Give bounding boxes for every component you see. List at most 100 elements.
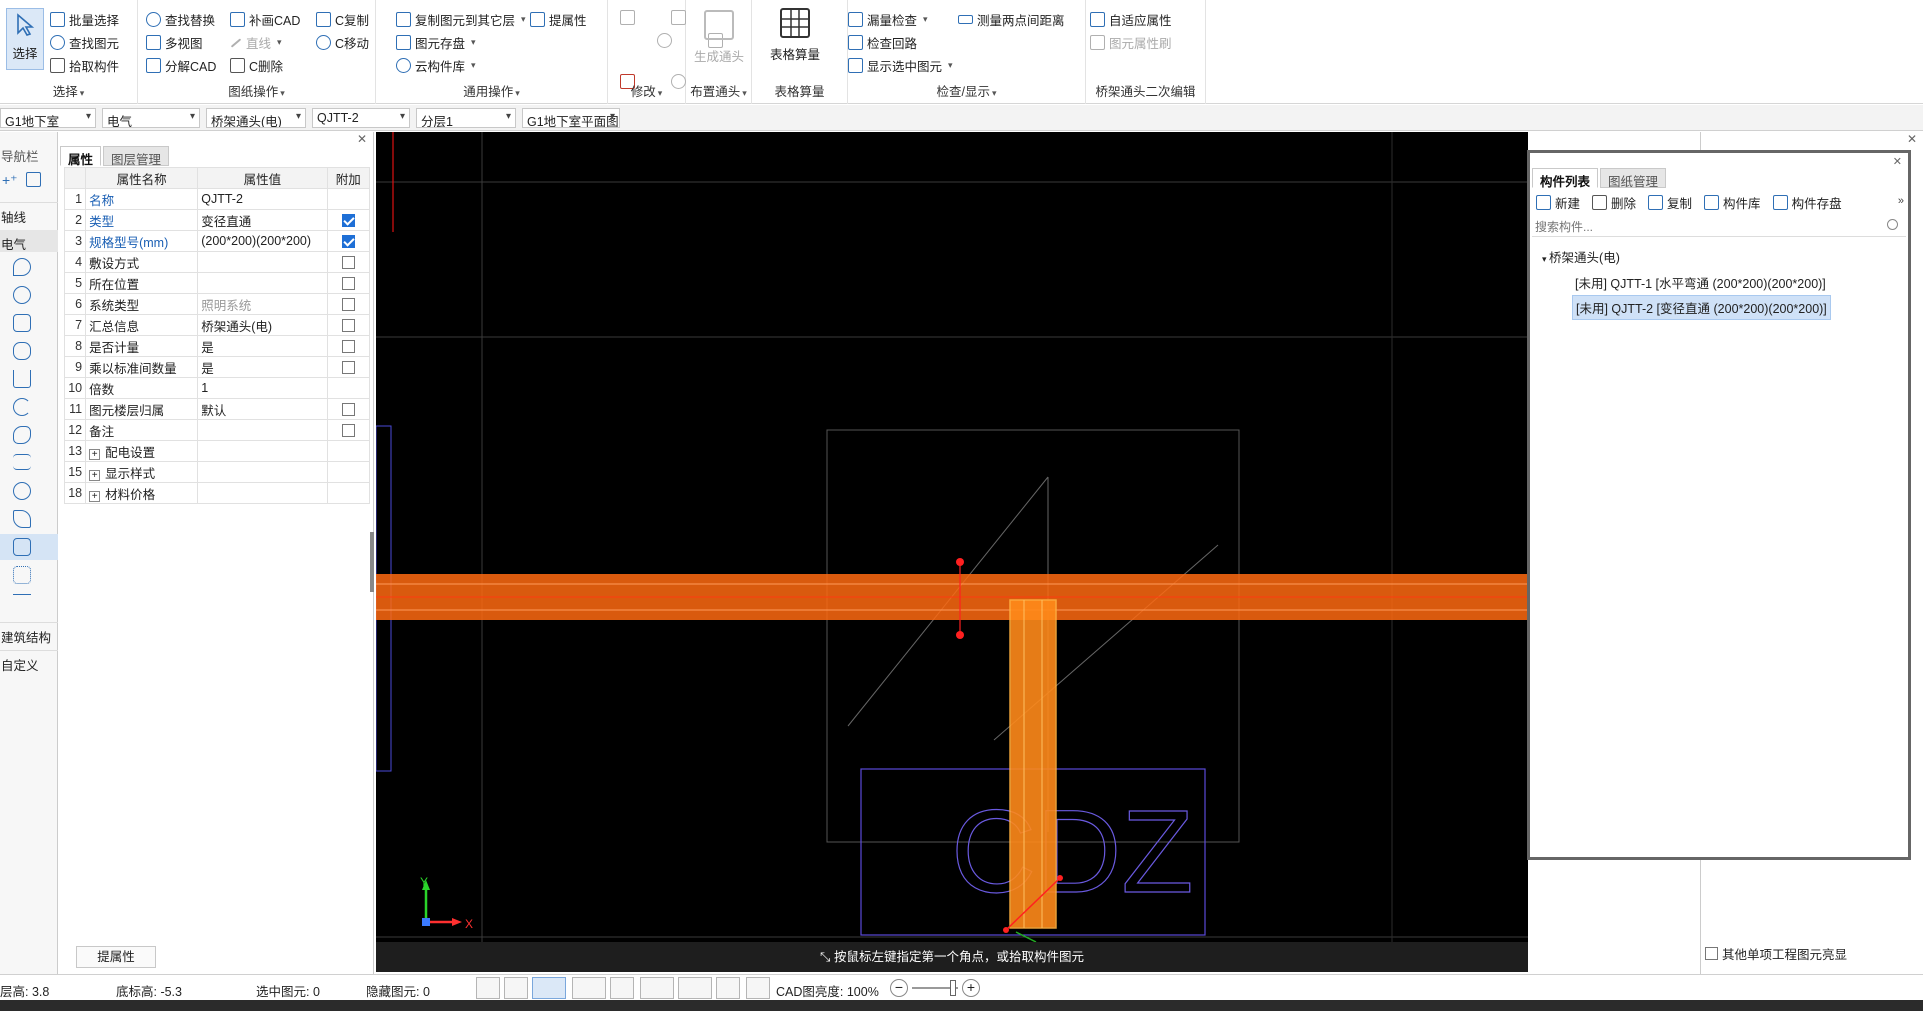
mirror-icon[interactable] [670, 10, 686, 25]
wire-icon[interactable] [13, 426, 31, 444]
drawing-canvas[interactable]: CDZ Y X [376, 132, 1528, 942]
checkbox[interactable] [341, 403, 355, 417]
table-row[interactable]: 2 类型 变径直通 [63, 209, 371, 231]
property-value[interactable] [197, 251, 328, 273]
find-replace-button[interactable]: 查找替换 [146, 10, 215, 29]
property-value[interactable]: 是 [197, 356, 328, 378]
cable-tray-vertical[interactable] [1009, 599, 1057, 929]
delete-button[interactable]: 删除 [1592, 193, 1636, 212]
extract-props-bottom-button[interactable]: 提属性 [76, 946, 156, 968]
adaptive-props-button[interactable]: 自适应属性 [1090, 10, 1172, 29]
generate-fitting-button[interactable]: 生成通头 [694, 10, 744, 65]
table-row[interactable]: 4 敷设方式 [63, 251, 371, 273]
draw-cad-button[interactable]: 补画CAD [230, 10, 300, 29]
nav-item-structure[interactable]: 建筑结构 [0, 622, 58, 646]
more-chevron-icon[interactable]: » [1898, 195, 1904, 207]
property-name[interactable]: + 配电设置 [85, 440, 199, 462]
general-group-label[interactable]: 通用操作 [376, 81, 607, 100]
panel-splitter[interactable] [370, 532, 374, 592]
brightness-slider-handle[interactable] [950, 980, 956, 996]
grip-point[interactable] [956, 558, 964, 566]
lamp-icon[interactable] [13, 258, 31, 276]
table-row[interactable]: 10 倍数 1 [63, 377, 371, 399]
element-save-button[interactable]: 图元存盘 [396, 33, 476, 52]
property-value[interactable]: 默认 [197, 398, 328, 420]
checkbox[interactable] [341, 424, 355, 438]
property-value[interactable]: 桥架通头(电) [197, 314, 328, 336]
multi-view-button[interactable]: 多视图 [146, 33, 203, 52]
leak-check-button[interactable]: 漏量检查 [848, 10, 928, 29]
explode-cad-button[interactable]: 分解CAD [146, 56, 216, 75]
property-value[interactable] [197, 482, 328, 504]
expand-plus-icon[interactable]: + [89, 490, 101, 502]
measure-distance-button[interactable]: 测量两点间距离 [958, 10, 1065, 29]
zoom-out-icon[interactable]: − [890, 979, 908, 997]
expand-plus-icon[interactable]: + [89, 448, 101, 460]
table-quantity-button[interactable]: 表格算量 [770, 8, 820, 63]
c-copy-button[interactable]: C复制 [316, 10, 369, 29]
tab-properties[interactable]: 属性 [60, 146, 102, 167]
angle-icon[interactable] [640, 977, 674, 999]
list-item-qjtt-2[interactable]: [未用] QJTT-2 [变径直通 (200*200)(200*200)] [1572, 295, 1831, 320]
close-icon[interactable]: ✕ [1893, 155, 1902, 168]
table-row[interactable]: 5 所在位置 [63, 272, 371, 294]
distribution-box-icon[interactable] [13, 314, 31, 332]
list-item-qjtt-1[interactable]: [未用] QJTT-1 [水平弯通 (200*200)(200*200)] [1572, 271, 1829, 294]
checkbox[interactable] [341, 256, 355, 270]
component-save-button[interactable]: 构件存盘 [1772, 193, 1842, 212]
drawing-group-label[interactable]: 图纸操作 [138, 81, 375, 100]
property-value[interactable] [197, 419, 328, 441]
tab-drawing-management[interactable]: 图纸管理 [1600, 168, 1667, 189]
cross-icon[interactable] [610, 977, 634, 999]
nav-edit-icon[interactable] [26, 172, 41, 187]
find-element-button[interactable]: 查找图元 [50, 33, 119, 52]
table-row[interactable]: 9 乘以标准间数量是 [63, 356, 371, 378]
drawing-select[interactable]: G1地下室平面图 [522, 108, 620, 128]
copy-icon[interactable] [620, 10, 635, 25]
close-icon[interactable]: ✕ [357, 132, 367, 146]
table-row[interactable]: 3 规格型号(mm) (200*200)(200*200) [63, 230, 371, 252]
move-icon[interactable] [657, 33, 673, 48]
check-circuit-button[interactable]: 检查回路 [848, 33, 917, 52]
copy-to-other-floor-button[interactable]: 复制图元到其它层 [396, 10, 526, 29]
tab-layer-management[interactable]: 图层管理 [103, 146, 170, 167]
property-name[interactable]: + 材料价格 [85, 482, 199, 504]
checkbox[interactable] [341, 319, 355, 333]
spring-icon[interactable] [13, 482, 31, 500]
grid-points-icon[interactable] [13, 566, 31, 584]
table-row[interactable]: 15 + 显示样式 [63, 461, 371, 483]
property-value[interactable]: 是 [197, 335, 328, 357]
property-value[interactable]: 1 [197, 377, 328, 399]
property-value[interactable] [197, 272, 328, 294]
grip-point[interactable] [956, 631, 964, 639]
checkbox[interactable] [1705, 947, 1718, 960]
pick-component-button[interactable]: 拾取构件 [50, 56, 119, 75]
select-button[interactable]: 选择 [6, 8, 44, 70]
nav-item-axis[interactable]: 轴线 [0, 202, 58, 226]
tray-icon[interactable] [13, 454, 31, 470]
checkbox[interactable] [341, 214, 355, 228]
show-selected-button[interactable]: 显示选中图元 [848, 56, 953, 75]
line-button[interactable]: 直线 [230, 33, 282, 52]
component-type-select[interactable]: 桥架通头(电) [206, 108, 306, 128]
cable-icon[interactable] [13, 398, 31, 416]
c-delete-button[interactable]: C删除 [230, 56, 283, 75]
copy-button[interactable]: 复制 [1648, 193, 1692, 212]
dimension-icon[interactable] [678, 977, 712, 999]
component-library-button[interactable]: 构件库 [1704, 193, 1761, 212]
table-row[interactable]: 13 + 配电设置 [63, 440, 371, 462]
discipline-select[interactable]: 电气 [102, 108, 200, 128]
angle-snap-icon[interactable] [504, 977, 528, 999]
c-move-button[interactable]: C移动 [316, 33, 369, 52]
checkbox[interactable] [341, 361, 355, 375]
property-value[interactable]: QJTT-2 [197, 188, 328, 210]
batch-select-button[interactable]: 批量选择 [50, 10, 119, 29]
modify-group-label[interactable]: 修改 [608, 81, 685, 100]
table-row[interactable]: 1 名称 QJTT-2 [63, 188, 371, 210]
layer-select[interactable]: 分层1 [416, 108, 516, 128]
component-search-input[interactable] [1532, 217, 1906, 237]
table-row[interactable]: 7 汇总信息 桥架通头(电) [63, 314, 371, 336]
floor-select[interactable]: G1地下室 [0, 108, 96, 128]
table-row[interactable]: 8 是否计量是 [63, 335, 371, 357]
collapse-triangle-icon[interactable]: ▾ [1542, 254, 1549, 264]
